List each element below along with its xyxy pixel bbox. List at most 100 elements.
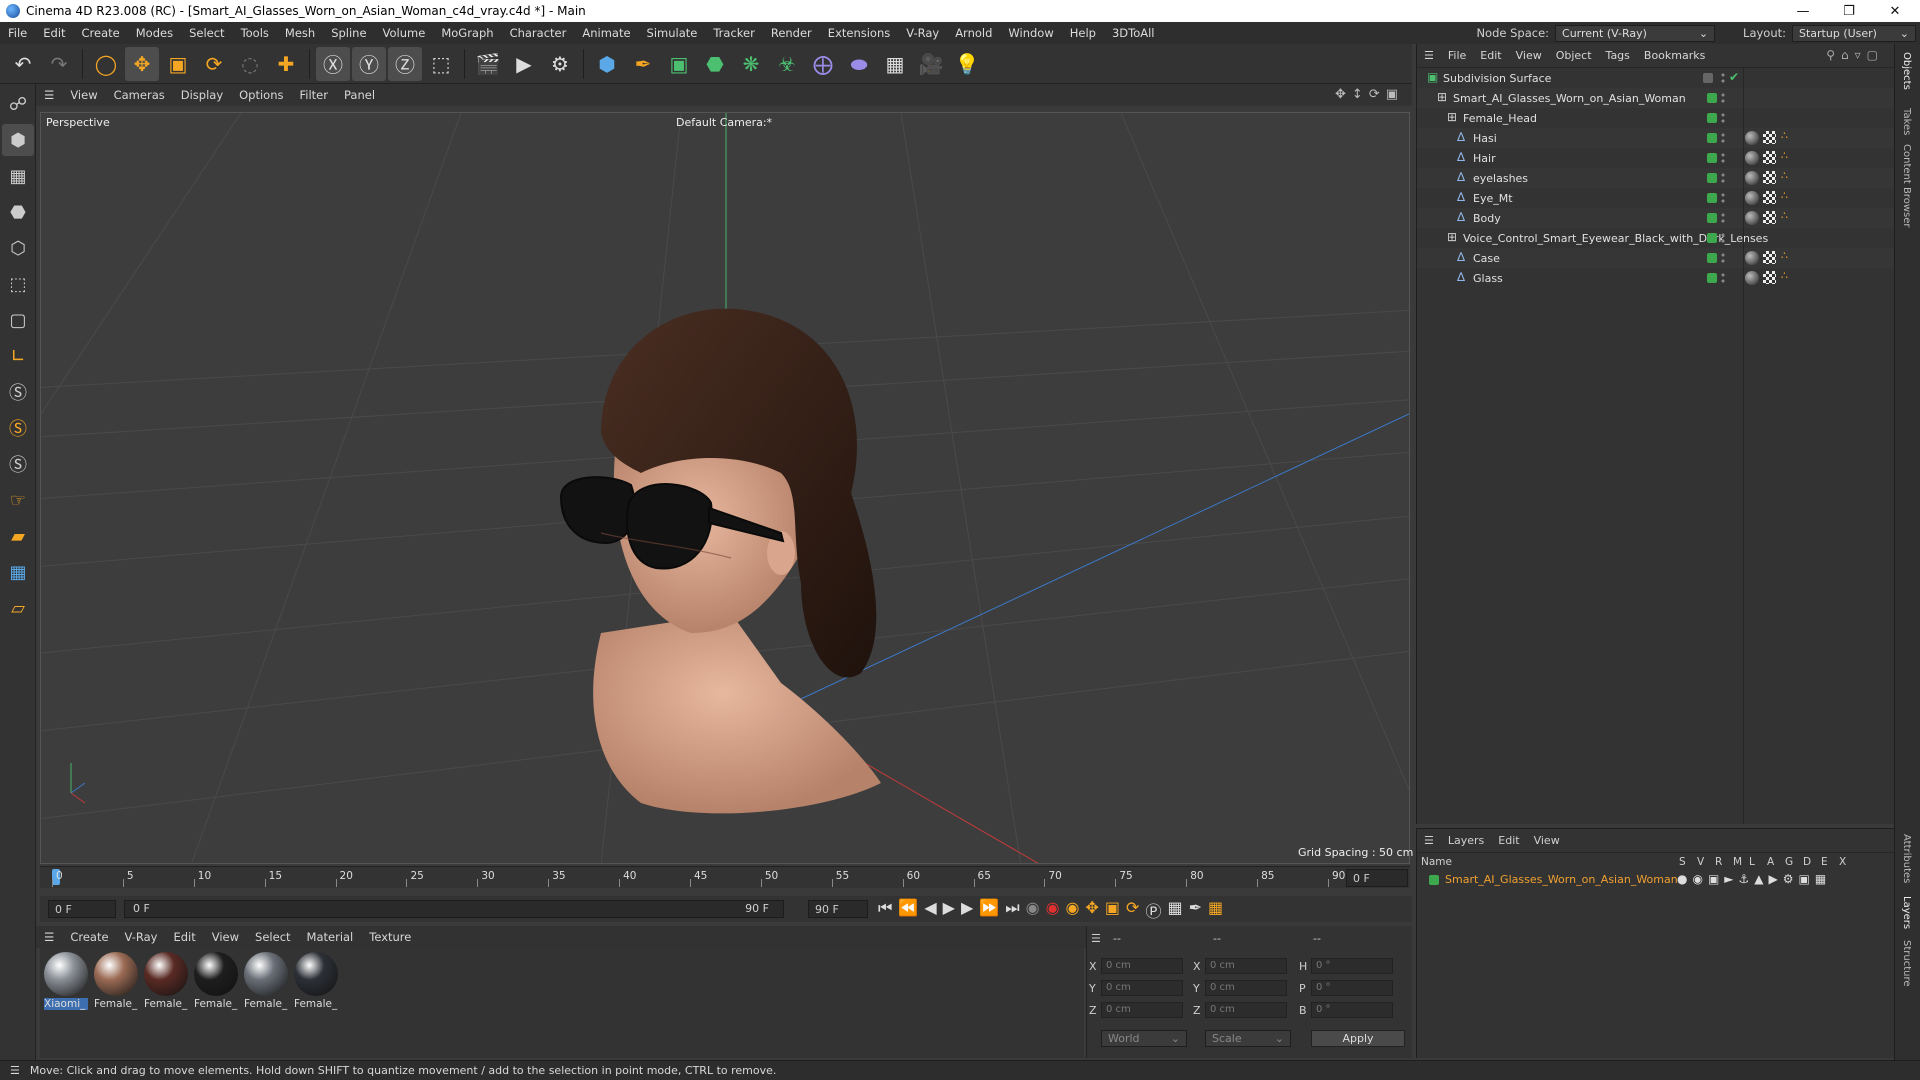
- size-z-field[interactable]: 0 cm: [1205, 1002, 1287, 1018]
- restore-icon[interactable]: ❐: [1826, 0, 1872, 22]
- obj-menu-view[interactable]: View: [1509, 49, 1549, 62]
- layer-color-icon[interactable]: [1707, 113, 1717, 123]
- minimize-icon[interactable]: —: [1780, 0, 1826, 22]
- model-mode-icon[interactable]: ⬢: [2, 124, 34, 156]
- object-row[interactable]: ∆ Body ∴: [1417, 208, 1895, 228]
- viewport-menu-view[interactable]: View: [62, 88, 105, 102]
- edges-mode-icon[interactable]: ⬡: [2, 232, 34, 264]
- cloner-icon[interactable]: ❋: [734, 47, 768, 81]
- viewport-menu-cameras[interactable]: Cameras: [106, 88, 173, 102]
- cube-object-icon[interactable]: ⬢: [590, 47, 624, 81]
- phong-tag-icon[interactable]: ∴: [1781, 169, 1788, 182]
- material-tag-icon[interactable]: [1745, 151, 1759, 165]
- object-row[interactable]: ⊞ Voice_Control_Smart_Eyewear_Black_with_…: [1417, 228, 1895, 248]
- make-editable-icon[interactable]: ☍: [2, 88, 34, 120]
- redo-icon[interactable]: ↷: [42, 47, 76, 81]
- obj-menu-bookmarks[interactable]: Bookmarks: [1637, 49, 1712, 62]
- object-row[interactable]: ∆ Case ∴: [1417, 248, 1895, 268]
- goto-end-icon[interactable]: ⏭: [1005, 898, 1019, 922]
- menu-3dtoall[interactable]: 3DToAll: [1104, 26, 1163, 40]
- layer-color-icon[interactable]: [1707, 133, 1717, 143]
- mat-menu-edit[interactable]: Edit: [165, 930, 203, 944]
- material-tag-icon[interactable]: [1745, 131, 1759, 145]
- solo-off-icon[interactable]: Ⓢ: [2, 376, 34, 408]
- visibility-dots-icon[interactable]: [1721, 92, 1725, 104]
- mat-menu-create[interactable]: Create: [62, 930, 116, 944]
- object-row[interactable]: ▣ Subdivision Surface ✔: [1417, 68, 1895, 88]
- material-swatch[interactable]: Female_I: [194, 952, 238, 1012]
- phong-tag-icon[interactable]: ∴: [1781, 249, 1788, 262]
- hamburger-icon[interactable]: ☰: [1417, 49, 1441, 62]
- obj-menu-tags[interactable]: Tags: [1599, 49, 1637, 62]
- phong-tag-icon[interactable]: ∴: [1781, 129, 1788, 142]
- layout-dropdown[interactable]: Startup (User) ⌄: [1792, 24, 1916, 42]
- render-view-icon[interactable]: 🎬: [471, 47, 505, 81]
- material-tag-icon[interactable]: [1745, 251, 1759, 265]
- mat-menu-texture[interactable]: Texture: [361, 930, 419, 944]
- object-name[interactable]: Subdivision Surface: [1443, 72, 1551, 85]
- obj-menu-file[interactable]: File: [1441, 49, 1473, 62]
- hamburger-icon[interactable]: ☰: [36, 88, 62, 102]
- layers-menu-view[interactable]: View: [1527, 834, 1567, 847]
- phong-tag-icon[interactable]: ∴: [1781, 269, 1788, 282]
- timeline-window-icon[interactable]: ▦: [1208, 898, 1223, 922]
- visibility-dots-icon[interactable]: [1721, 192, 1725, 204]
- layer-color-icon[interactable]: [1707, 233, 1717, 243]
- viewport-navigation-icons[interactable]: ✥↕⟳▣: [1335, 87, 1404, 102]
- layer-color-swatch[interactable]: [1429, 875, 1439, 885]
- position-z-field[interactable]: 0 cm: [1101, 1002, 1183, 1018]
- uv-mode-icon[interactable]: ▢: [2, 304, 34, 336]
- object-row[interactable]: ⊞ Smart_AI_Glasses_Worn_on_Asian_Woman: [1417, 88, 1895, 108]
- layer-color-icon[interactable]: [1703, 73, 1713, 83]
- coord-type-dropdown[interactable]: Scale ⌄: [1205, 1030, 1291, 1047]
- axis-mode-icon[interactable]: ∟: [2, 340, 34, 372]
- hamburger-icon[interactable]: ☰: [36, 930, 62, 944]
- layer-color-icon[interactable]: [1707, 173, 1717, 183]
- key-position-icon[interactable]: ✥: [1086, 898, 1099, 922]
- menu-tracker[interactable]: Tracker: [705, 26, 763, 40]
- object-name[interactable]: Eye_Mt: [1473, 192, 1513, 205]
- menu-vray[interactable]: V-Ray: [898, 26, 947, 40]
- mat-menu-material[interactable]: Material: [299, 930, 362, 944]
- woman-head-model[interactable]: [559, 308, 881, 814]
- rotation-p-field[interactable]: 0 °: [1311, 980, 1393, 996]
- lock-workplane-icon[interactable]: ▱: [2, 592, 34, 624]
- object-row[interactable]: ∆ Glass ∴: [1417, 268, 1895, 288]
- material-tag-icon[interactable]: [1745, 211, 1759, 225]
- workplane-icon[interactable]: ▰: [2, 520, 34, 552]
- size-y-field[interactable]: 0 cm: [1205, 980, 1287, 996]
- tab-structure[interactable]: Structure: [1901, 940, 1912, 987]
- visibility-dots-icon[interactable]: [1721, 212, 1725, 224]
- tab-objects[interactable]: Objects: [1901, 52, 1912, 90]
- material-tag-icon[interactable]: [1745, 171, 1759, 185]
- solo-hierarchy-icon[interactable]: Ⓢ: [2, 448, 34, 480]
- x-axis-lock-icon[interactable]: Ⓧ: [316, 46, 350, 81]
- prev-key-icon[interactable]: ⏪: [898, 898, 918, 922]
- motion-path-icon[interactable]: ✒: [1189, 898, 1202, 922]
- visibility-dots-icon[interactable]: [1721, 132, 1725, 144]
- axis-tool-icon[interactable]: ✚: [269, 47, 303, 81]
- phong-tag-icon[interactable]: ∴: [1781, 189, 1788, 202]
- menu-select[interactable]: Select: [181, 26, 232, 40]
- coordinate-system-icon[interactable]: ⬚: [424, 47, 458, 81]
- mat-menu-view[interactable]: View: [204, 930, 247, 944]
- hamburger-icon[interactable]: ☰: [1091, 932, 1101, 945]
- visibility-dots-icon[interactable]: [1721, 272, 1725, 284]
- layer-color-icon[interactable]: [1707, 213, 1717, 223]
- autokey-icon[interactable]: ◉: [1046, 898, 1060, 922]
- menu-mesh[interactable]: Mesh: [277, 26, 323, 40]
- tab-attributes[interactable]: Attributes: [1901, 834, 1912, 883]
- menu-edit[interactable]: Edit: [35, 26, 73, 40]
- uvw-tag-icon[interactable]: [1763, 151, 1776, 164]
- viewport-menu-display[interactable]: Display: [173, 88, 231, 102]
- object-row[interactable]: ⊞ Female_Head: [1417, 108, 1895, 128]
- mat-menu-vray[interactable]: V-Ray: [117, 930, 166, 944]
- object-name[interactable]: Smart_AI_Glasses_Worn_on_Asian_Woman: [1453, 92, 1686, 105]
- solo-single-icon[interactable]: Ⓢ: [2, 412, 34, 444]
- key-pla-icon[interactable]: ▦: [1167, 898, 1182, 922]
- obj-menu-edit[interactable]: Edit: [1473, 49, 1508, 62]
- move-tool-icon[interactable]: ✥: [125, 46, 159, 81]
- material-swatch[interactable]: Female_I: [244, 952, 288, 1012]
- phong-tag-icon[interactable]: ∴: [1781, 149, 1788, 162]
- object-name[interactable]: Glass: [1473, 272, 1503, 285]
